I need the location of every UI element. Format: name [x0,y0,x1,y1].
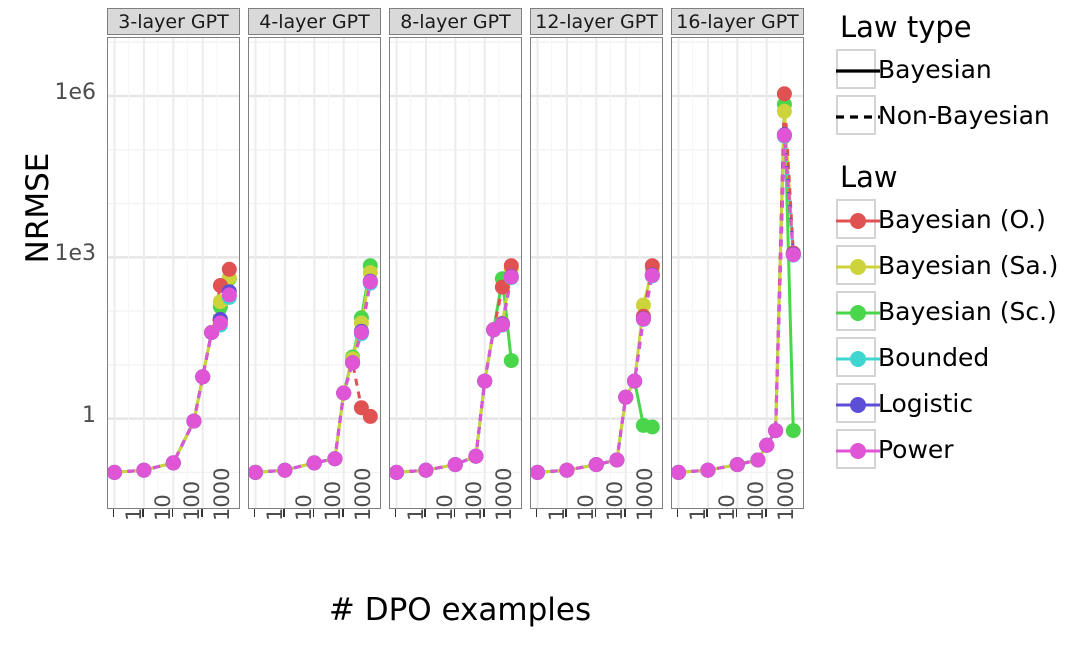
x-tick-mark [535,509,538,517]
x-tick-mark [623,509,626,517]
x-tick-mark [676,509,679,517]
x-tick-mark [394,509,397,517]
chart-panel [530,37,663,509]
legend-linetype-title: Law type [840,10,972,44]
legend-item-color[interactable]: Logistic [836,380,1080,426]
x-tick-mark [253,509,256,517]
x-tick-mark [171,509,174,517]
x-tick-mark [565,509,567,517]
legend-item-color[interactable]: Bounded [836,334,1080,380]
x-tick-mark [200,509,203,517]
chart-panel [389,37,522,509]
facet-strip-label: 3-layer GPT [107,8,240,35]
legend-label: Bayesian (Sa.) [878,250,1059,280]
legend-key-color [836,291,880,331]
legend-label: Non-Bayesian [878,100,1050,130]
chart-panel [248,37,381,509]
legend-key-linetype [836,49,880,89]
legend-key-color [836,429,880,469]
x-axis-title: # DPO examples [328,592,592,628]
x-tick-mark [453,509,456,517]
chart-root: NRMSE 1e6 1e3 1 3-layer GPT 4-layer GPT 8-la… [0,0,1080,648]
legend-label: Bayesian (O.) [878,204,1046,234]
x-tick-mark [594,509,597,517]
x-tick-mark [112,509,115,517]
legend-linetype-items: Bayesian Non-Bayesian [836,46,1080,138]
facet-strip-label: 16-layer GPT [671,8,804,35]
facet-strip-label: 4-layer GPT [248,8,381,35]
legend-item-linetype[interactable]: Bayesian [836,46,1080,92]
facet-strip-label: 8-layer GPT [389,8,522,35]
legend-key-linetype [836,95,880,135]
x-tick-mark [341,509,344,517]
x-tick-mark [142,509,144,517]
legend-label: Power [878,434,954,464]
x-tick-mark [312,509,315,517]
legend-label: Bayesian [878,54,992,84]
x-tick-mark [424,509,426,517]
legend-item-linetype[interactable]: Non-Bayesian [836,92,1080,138]
y-tick-label: 1e3 [54,241,96,267]
x-tick-mark [482,509,485,517]
legend-key-color [836,199,880,239]
legend-key-color [836,245,880,285]
x-tick-mark [735,509,738,517]
legend-label: Bayesian (Sc.) [878,296,1057,326]
legend: Law type Bayesian Non-Bayesian Law Bayesi… [836,10,1080,472]
chart-panel [671,37,804,509]
chart-panel [107,37,240,509]
x-tick-mark [764,509,767,517]
x-tick-label: 1000 [350,467,375,521]
facet-strip-label: 12-layer GPT [530,8,663,35]
x-tick-mark [283,509,285,517]
x-tick-label: 1000 [491,467,516,521]
legend-color-items: Bayesian (O.) Bayesian (Sa.) Bayesian (Sc.… [836,196,1080,472]
legend-key-color [836,337,880,377]
y-axis-ticks: 1e6 1e3 1 [18,0,120,648]
legend-key-color [836,383,880,423]
legend-item-color[interactable]: Bayesian (Sa.) [836,242,1080,288]
x-tick-label: 1000 [632,467,657,521]
legend-item-color[interactable]: Power [836,426,1080,472]
x-tick-label: 1000 [209,467,234,521]
y-tick-label: 1e6 [54,80,96,106]
legend-item-color[interactable]: Bayesian (O.) [836,196,1080,242]
y-tick-label: 1 [82,402,96,428]
x-tick-label: 1000 [773,467,798,521]
x-tick-mark [706,509,708,517]
legend-item-color[interactable]: Bayesian (Sc.) [836,288,1080,334]
legend-color-title: Law [840,160,898,194]
legend-label: Logistic [878,388,974,418]
legend-label: Bounded [878,342,990,372]
